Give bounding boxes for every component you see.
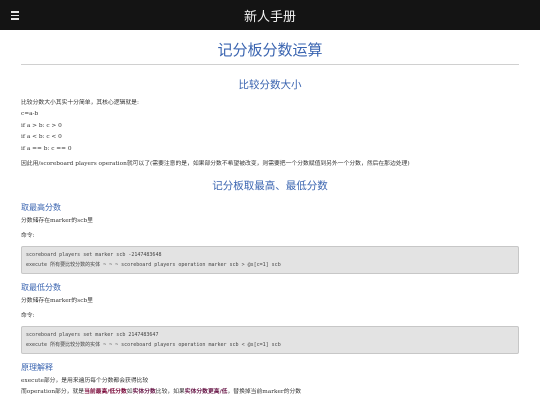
max-command-label: 命令:	[21, 233, 35, 239]
section-heading-compare: 比较分数大小	[238, 79, 302, 91]
logic-line: if a > b: c > 0	[21, 122, 62, 129]
subheading-max: 取最高分数	[21, 203, 61, 212]
compare-note: 因此用/scoreboard players operation就可以了(需要注…	[21, 161, 410, 167]
min-description: 分数储存在marker的scb里	[21, 298, 93, 304]
logic-line: if a < b: c < 0	[21, 134, 62, 140]
explain-line-1: execute部分，是用来遍历每个分数都会获得比较	[21, 378, 149, 384]
top-navbar: 新人手册	[0, 0, 540, 30]
logic-line: c=a-b	[21, 111, 39, 117]
explain-text: 比较，如果	[155, 389, 185, 395]
code-line: execute 所有要比较分数的实体 ~ ~ ~ scoreboard play…	[26, 342, 281, 348]
section-heading-maxmin: 记分板取最高、最低分数	[212, 180, 328, 192]
max-description: 分数储存在marker的scb里	[21, 218, 93, 224]
emphasis-current-score: 当前最高/低分数	[84, 389, 127, 395]
explain-line-2: 而operation部分，就是当前最高/低分数如实体分数比较，如果实体分数更高/…	[21, 387, 519, 398]
main-content: 记分板分数运算 比较分数大小 比较分数大小其实十分简单，其核心逻辑就是: c=a…	[21, 38, 519, 398]
code-line: scoreboard players set marker scb 214748…	[26, 332, 159, 338]
subheading-explain: 原理解释	[21, 363, 53, 372]
emphasis-entity-higher-lower: 实体分数更高/低	[184, 389, 228, 395]
min-command-label: 命令:	[21, 313, 35, 319]
code-line: execute 所有要比较分数的实体 ~ ~ ~ scoreboard play…	[26, 262, 281, 268]
code-block-max[interactable]: scoreboard players set marker scb -21474…	[21, 246, 519, 274]
logic-line: if a == b: c == 0	[21, 145, 72, 152]
app-title: 新人手册	[243, 10, 296, 25]
explain-text: ，替换掉当前marker的分数	[227, 389, 302, 395]
page-title: 记分板分数运算	[21, 38, 519, 65]
subheading-min: 取最低分数	[21, 283, 61, 292]
explain-text: 而operation部分，就是	[21, 389, 85, 395]
emphasis-entity-score: 实体分数	[132, 389, 156, 395]
compare-intro: 比较分数大小其实十分简单，其核心逻辑就是:	[21, 100, 139, 106]
code-line: scoreboard players set marker scb -21474…	[26, 252, 162, 258]
compare-logic-lines: c=a-b if a > b: c > 0 if a < b: c < 0 if…	[21, 109, 519, 155]
code-block-min[interactable]: scoreboard players set marker scb 214748…	[21, 326, 519, 354]
